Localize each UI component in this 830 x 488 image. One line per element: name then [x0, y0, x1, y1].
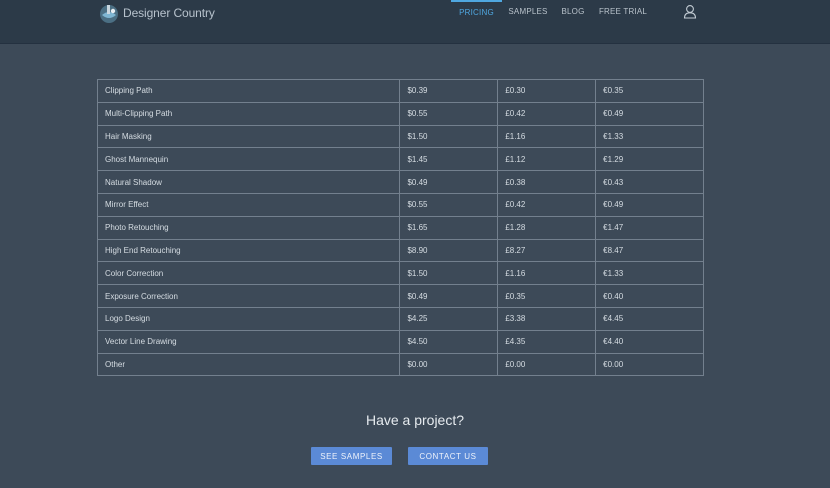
table-row: Clipping Path $0.39 £0.30 €0.35 — [96, 79, 704, 103]
eur-price-cell: €1.33 — [595, 124, 704, 149]
usd-price-cell: $1.45 — [399, 147, 499, 172]
service-cell: Color Correction — [96, 261, 401, 286]
eur-price-cell: €8.47 — [595, 238, 704, 263]
table-row: Hair Masking $1.50 £1.16 €1.33 — [96, 124, 704, 149]
service-cell: Vector Line Drawing — [96, 329, 401, 354]
gbp-price-cell: £1.28 — [497, 215, 597, 240]
contact-us-button[interactable]: CONTACT US — [408, 447, 488, 465]
gbp-price-cell: £4.35 — [497, 329, 597, 354]
table-row: Other $0.00 £0.00 €0.00 — [96, 352, 704, 377]
table-row: High End Retouching $8.90 £8.27 €8.47 — [96, 238, 704, 263]
table-row: Photo Retouching $1.65 £1.28 €1.47 — [96, 215, 704, 240]
service-cell: Ghost Mannequin — [96, 147, 401, 172]
eur-price-cell: €0.40 — [595, 284, 704, 308]
nav-free-trial[interactable]: FREE TRIAL — [598, 0, 648, 22]
eur-price-cell: €4.45 — [595, 306, 704, 331]
usd-price-cell: $0.55 — [399, 101, 499, 126]
eur-price-cell: €0.00 — [595, 352, 704, 377]
usd-price-cell: $1.65 — [399, 215, 499, 240]
service-cell: Mirror Effect — [96, 192, 401, 217]
brand-logo[interactable]: Designer Country — [98, 2, 215, 24]
service-cell: Natural Shadow — [96, 170, 401, 194]
usd-price-cell: $4.25 — [399, 306, 499, 331]
gbp-price-cell: £0.38 — [497, 170, 597, 194]
table-row: Exposure Correction $0.49 £0.35 €0.40 — [96, 284, 704, 308]
nav-pricing[interactable]: PRICING — [451, 0, 502, 22]
gbp-price-cell: £0.35 — [497, 284, 597, 308]
eur-price-cell: €4.40 — [595, 329, 704, 354]
nav-blog[interactable]: BLOG — [559, 0, 587, 22]
gbp-price-cell: £1.16 — [497, 261, 597, 286]
gbp-price-cell: £0.30 — [497, 79, 597, 103]
gbp-price-cell: £1.12 — [497, 147, 597, 172]
service-cell: High End Retouching — [96, 238, 401, 263]
table-row: Logo Design $4.25 £3.38 €4.45 — [96, 306, 704, 331]
cta-heading: Have a project? — [365, 412, 465, 428]
eur-price-cell: €0.49 — [595, 101, 704, 126]
brand-name: Designer Country — [123, 6, 215, 20]
gbp-price-cell: £1.16 — [497, 124, 597, 149]
pricing-table-body: Clipping Path $0.39 £0.30 €0.35 Multi-Clippi… — [96, 79, 704, 377]
service-cell: Multi-Clipping Path — [96, 101, 401, 126]
table-row: Ghost Mannequin $1.45 £1.12 €1.29 — [96, 147, 704, 172]
table-row: Color Correction $1.50 £1.16 €1.33 — [96, 261, 704, 286]
nav-samples[interactable]: SAMPLES — [507, 0, 549, 22]
see-samples-button[interactable]: SEE SAMPLES — [311, 447, 392, 465]
usd-price-cell: $0.49 — [399, 170, 499, 194]
usd-price-cell: $1.50 — [399, 124, 499, 149]
eur-price-cell: €1.29 — [595, 147, 704, 172]
gbp-price-cell: £0.42 — [497, 192, 597, 217]
site-header: Designer Country PRICING SAMPLES BLOG FR… — [0, 0, 830, 43]
eur-price-cell: €1.33 — [595, 261, 704, 286]
user-outline-icon[interactable] — [683, 4, 697, 19]
gbp-price-cell: £3.38 — [497, 306, 597, 331]
service-cell: Other — [96, 352, 401, 377]
eur-price-cell: €0.43 — [595, 170, 704, 194]
eur-price-cell: €0.35 — [595, 79, 704, 103]
service-cell: Clipping Path — [96, 79, 401, 103]
designer-country-logo-icon — [100, 5, 118, 23]
usd-price-cell: $4.50 — [399, 329, 499, 354]
service-cell: Logo Design — [96, 306, 401, 331]
table-row: Natural Shadow $0.49 £0.38 €0.43 — [96, 170, 704, 194]
service-cell: Exposure Correction — [96, 284, 401, 308]
usd-price-cell: $0.00 — [399, 352, 499, 377]
table-row: Mirror Effect $0.55 £0.42 €0.49 — [96, 192, 704, 217]
usd-price-cell: $1.50 — [399, 261, 499, 286]
usd-price-cell: $0.55 — [399, 192, 499, 217]
pricing-table: Clipping Path $0.39 £0.30 €0.35 Multi-Clippi… — [96, 79, 704, 377]
gbp-price-cell: £8.27 — [497, 238, 597, 263]
usd-price-cell: $0.39 — [399, 79, 499, 103]
eur-price-cell: €0.49 — [595, 192, 704, 217]
gbp-price-cell: £0.42 — [497, 101, 597, 126]
table-row: Multi-Clipping Path $0.55 £0.42 €0.49 — [96, 101, 704, 126]
usd-price-cell: $8.90 — [399, 238, 499, 263]
service-cell: Hair Masking — [96, 124, 401, 149]
table-row: Vector Line Drawing $4.50 £4.35 €4.40 — [96, 329, 704, 354]
service-cell: Photo Retouching — [96, 215, 401, 240]
usd-price-cell: $0.49 — [399, 284, 499, 308]
gbp-price-cell: £0.00 — [497, 352, 597, 377]
eur-price-cell: €1.47 — [595, 215, 704, 240]
